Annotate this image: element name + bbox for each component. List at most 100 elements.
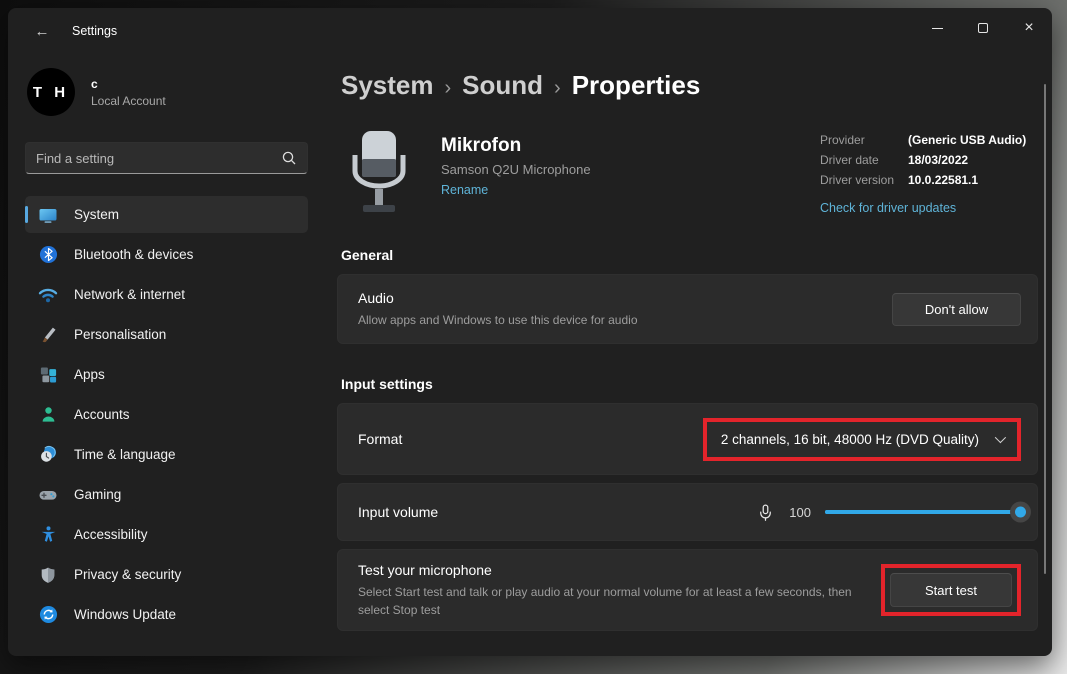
close-button[interactable]: ×: [1006, 8, 1052, 48]
sidebar-item-label: Apps: [74, 367, 105, 382]
breadcrumb-sound[interactable]: Sound: [462, 70, 543, 101]
device-header: Mikrofon Samson Q2U Microphone Rename Pr…: [345, 129, 1038, 217]
format-value: 2 channels, 16 bit, 48000 Hz (DVD Qualit…: [721, 432, 979, 447]
main-content: System › Sound › Properties Mikrofon Sam…: [333, 54, 1038, 656]
sidebar-item-label: Gaming: [74, 487, 121, 502]
scrollbar[interactable]: [1044, 84, 1047, 574]
person-icon: [38, 405, 58, 425]
audio-card: Audio Allow apps and Windows to use this…: [337, 274, 1038, 344]
account-name: c: [91, 77, 166, 91]
sidebar-item-system[interactable]: System: [25, 196, 308, 233]
sidebar-item-label: Accessibility: [74, 527, 148, 542]
test-microphone-card: Test your microphone Select Start test a…: [337, 549, 1038, 631]
format-label: Format: [358, 431, 402, 447]
input-settings-heading: Input settings: [341, 376, 1038, 392]
dont-allow-button[interactable]: Don't allow: [892, 293, 1021, 326]
title-bar: ← Settings ×: [8, 8, 1052, 54]
device-name: Mikrofon: [441, 135, 591, 157]
breadcrumb: System › Sound › Properties: [341, 70, 1038, 101]
breadcrumb-separator: ›: [445, 77, 452, 100]
back-button[interactable]: ←: [26, 18, 58, 44]
apps-icon: [38, 365, 58, 385]
driver-version-value: 10.0.22581.1: [908, 173, 978, 187]
audio-description: Allow apps and Windows to use this devic…: [358, 311, 638, 329]
maximize-icon: [978, 23, 988, 33]
sidebar-item-time-language[interactable]: Time & language: [25, 436, 308, 473]
sidebar-item-label: Accounts: [74, 407, 130, 422]
driver-row: Driver date 18/03/2022: [820, 153, 1038, 167]
driver-provider-label: Provider: [820, 133, 908, 147]
driver-row: Provider (Generic USB Audio): [820, 133, 1038, 147]
rename-link[interactable]: Rename: [441, 183, 488, 197]
input-volume-value: 100: [789, 505, 811, 520]
display-icon: [38, 205, 58, 225]
driver-provider-value: (Generic USB Audio): [908, 133, 1026, 147]
maximize-button[interactable]: [960, 8, 1006, 48]
driver-date-label: Driver date: [820, 153, 908, 167]
sidebar-item-bluetooth[interactable]: Bluetooth & devices: [25, 236, 308, 273]
accessibility-icon: [38, 525, 58, 545]
microphone-image: [345, 129, 413, 217]
test-microphone-description: Select Start test and talk or play audio…: [358, 583, 869, 619]
sidebar-item-label: Bluetooth & devices: [74, 247, 193, 262]
sidebar-item-apps[interactable]: Apps: [25, 356, 308, 393]
sidebar-item-gaming[interactable]: Gaming: [25, 476, 308, 513]
sidebar-item-label: Personalisation: [74, 327, 166, 342]
minimize-button[interactable]: [914, 8, 960, 48]
format-annotation-box: 2 channels, 16 bit, 48000 Hz (DVD Qualit…: [703, 418, 1021, 461]
wifi-icon: [38, 285, 58, 305]
sidebar: T H c Local Account System: [8, 54, 324, 656]
driver-version-label: Driver version: [820, 173, 908, 187]
sidebar-item-personalisation[interactable]: Personalisation: [25, 316, 308, 353]
window-controls: ×: [914, 8, 1052, 48]
driver-info: Provider (Generic USB Audio) Driver date…: [820, 129, 1038, 217]
shield-icon: [38, 565, 58, 585]
input-volume-label: Input volume: [358, 504, 438, 520]
driver-date-value: 18/03/2022: [908, 153, 968, 167]
slider-fill: [825, 510, 1021, 514]
sidebar-item-privacy-security[interactable]: Privacy & security: [25, 556, 308, 593]
format-dropdown[interactable]: 2 channels, 16 bit, 48000 Hz (DVD Qualit…: [721, 432, 1003, 447]
sidebar-nav: System Bluetooth & devices Network & int…: [25, 196, 308, 633]
input-volume-card: Input volume 100: [337, 483, 1038, 541]
chevron-down-icon: [995, 432, 1006, 443]
update-icon: [38, 605, 58, 625]
input-volume-slider[interactable]: [825, 510, 1021, 514]
breadcrumb-system[interactable]: System: [341, 70, 434, 101]
driver-row: Driver version 10.0.22581.1: [820, 173, 1038, 187]
sidebar-item-windows-update[interactable]: Windows Update: [25, 596, 308, 633]
sidebar-item-label: System: [74, 207, 119, 222]
gamepad-icon: [38, 485, 58, 505]
app-title: Settings: [72, 24, 117, 38]
sidebar-item-label: Windows Update: [74, 607, 176, 622]
sidebar-item-label: Network & internet: [74, 287, 185, 302]
search-icon: [281, 150, 297, 166]
check-driver-updates-link[interactable]: Check for driver updates: [820, 201, 956, 215]
account-card[interactable]: T H c Local Account: [27, 68, 308, 116]
start-test-annotation-box: Start test: [881, 564, 1021, 616]
settings-window: ← Settings × T H c Local Account: [8, 8, 1052, 656]
breadcrumb-separator: ›: [554, 77, 561, 100]
device-subtitle: Samson Q2U Microphone: [441, 162, 591, 177]
clock-globe-icon: [38, 445, 58, 465]
bluetooth-icon: [38, 245, 58, 265]
minimize-icon: [932, 28, 943, 29]
audio-title: Audio: [358, 290, 638, 306]
sidebar-item-label: Privacy & security: [74, 567, 181, 582]
sidebar-item-network[interactable]: Network & internet: [25, 276, 308, 313]
microphone-icon: [756, 503, 775, 522]
account-type: Local Account: [91, 94, 166, 108]
paintbrush-icon: [38, 325, 58, 345]
sidebar-item-accessibility[interactable]: Accessibility: [25, 516, 308, 553]
slider-thumb[interactable]: [1010, 502, 1031, 523]
sidebar-item-label: Time & language: [74, 447, 176, 462]
start-test-button[interactable]: Start test: [890, 573, 1012, 607]
avatar: T H: [27, 68, 75, 116]
format-card: Format 2 channels, 16 bit, 48000 Hz (DVD…: [337, 403, 1038, 475]
search-input[interactable]: [36, 151, 281, 166]
general-heading: General: [341, 247, 1038, 263]
back-arrow-icon: ←: [35, 23, 50, 40]
sidebar-item-accounts[interactable]: Accounts: [25, 396, 308, 433]
search-box[interactable]: [25, 142, 308, 174]
breadcrumb-properties: Properties: [572, 70, 701, 101]
